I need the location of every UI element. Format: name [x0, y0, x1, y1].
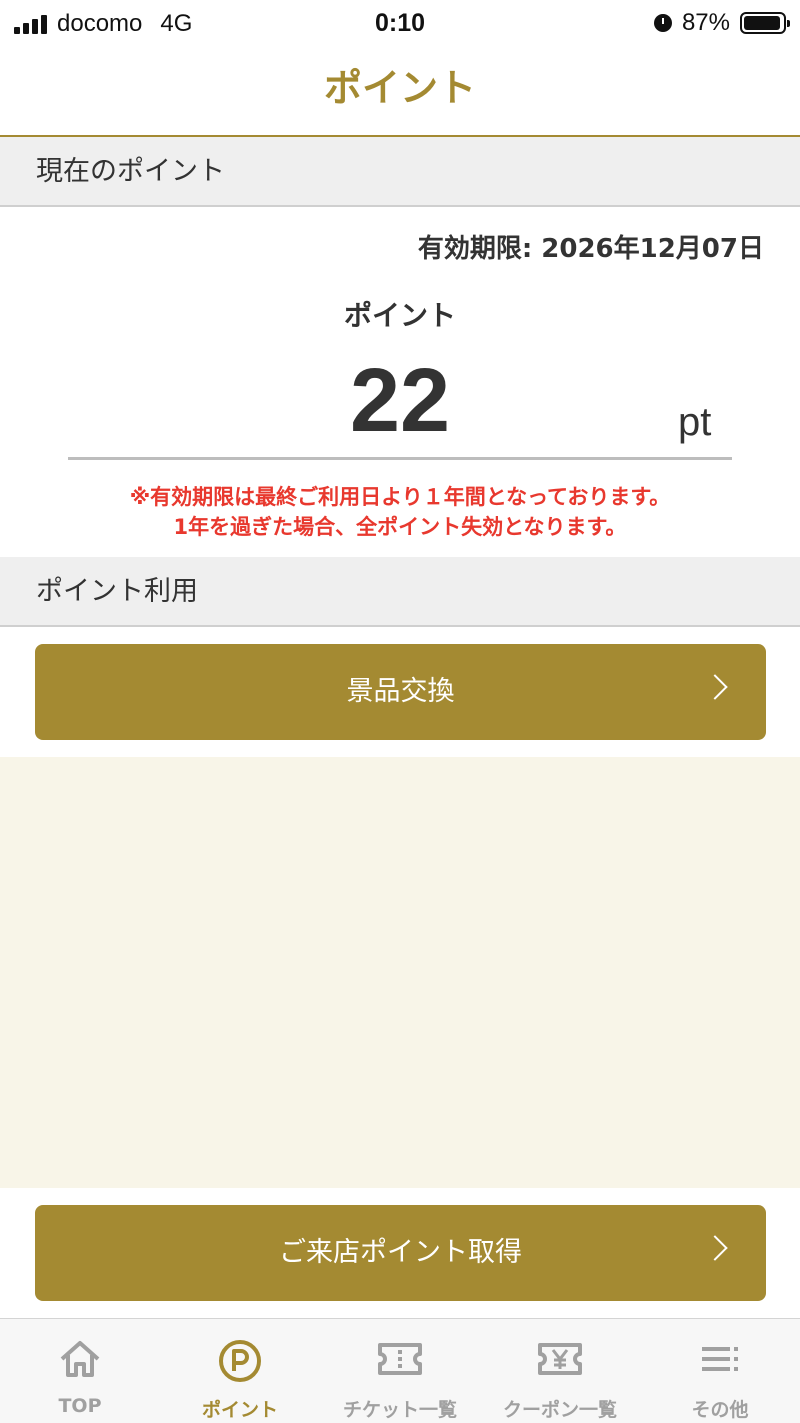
- home-icon: [60, 1341, 100, 1377]
- warning-line-2: 1年を過ぎた場合、全ポイント失効となります。: [173, 515, 627, 539]
- current-points-header: 現在のポイント: [0, 137, 800, 207]
- visit-points-label: ご来店ポイント取得: [279, 1237, 522, 1268]
- tab-bar: TOP ポイント チケット一覧 クーポン一覧 その他: [0, 1318, 800, 1423]
- alarm-icon: [653, 14, 672, 32]
- point-usage-header: ポイント利用: [0, 557, 800, 627]
- status-right: 87%: [653, 9, 790, 37]
- tab-label: TOP: [58, 1395, 102, 1417]
- chevron-right-icon: [702, 674, 728, 700]
- visit-points-button[interactable]: ご来店ポイント取得: [35, 1205, 766, 1301]
- menu-icon: [702, 1347, 738, 1371]
- ticket-icon: [378, 1343, 422, 1375]
- points-divider: [68, 457, 732, 460]
- tab-label: チケット一覧: [342, 1399, 457, 1421]
- prize-exchange-label: 景品交換: [346, 676, 455, 707]
- page-title: ポイント: [0, 44, 800, 138]
- tab-top[interactable]: TOP: [0, 1319, 160, 1423]
- tab-coupons[interactable]: クーポン一覧: [480, 1319, 640, 1423]
- points-label: ポイント: [343, 299, 456, 332]
- warning-line-1: ※有効期限は最終ご利用日より１年間となっております。: [129, 485, 671, 509]
- status-bar: docomo 4G 0:10 87%: [0, 0, 800, 44]
- point-icon: [219, 1340, 261, 1382]
- coupon-icon: [538, 1343, 582, 1375]
- tab-point[interactable]: ポイント: [160, 1319, 320, 1423]
- tab-tickets[interactable]: チケット一覧: [320, 1319, 480, 1423]
- tab-others[interactable]: その他: [640, 1319, 800, 1423]
- points-unit: pt: [678, 400, 712, 444]
- battery-percent: 87%: [681, 9, 730, 36]
- content-area: [0, 757, 800, 1188]
- prize-exchange-button[interactable]: 景品交換: [35, 644, 766, 740]
- battery-icon: [740, 12, 790, 34]
- tab-label: クーポン一覧: [502, 1399, 617, 1421]
- tab-label: ポイント: [201, 1399, 278, 1421]
- expiry-warning: ※有効期限は最終ご利用日より１年間となっております。 1年を過ぎた場合、全ポイン…: [0, 482, 800, 542]
- expiry-date: 有効期限: 2026年12月07日: [417, 234, 764, 264]
- chevron-right-icon: [702, 1235, 728, 1261]
- tab-label: その他: [691, 1399, 749, 1421]
